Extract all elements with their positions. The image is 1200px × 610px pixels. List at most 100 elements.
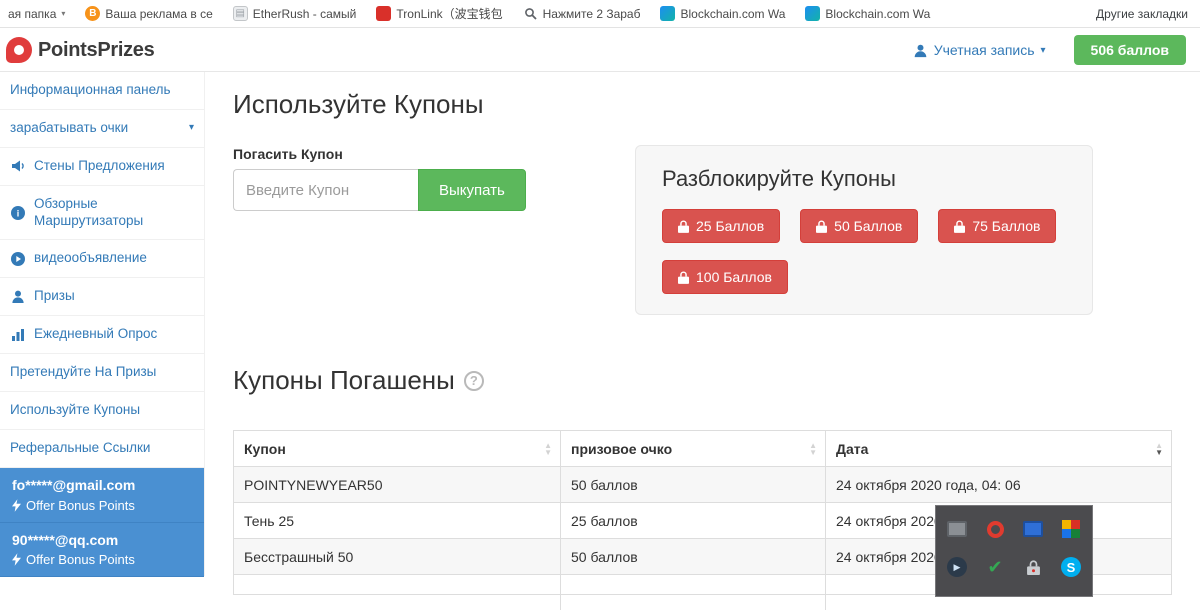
chevron-down-icon: ▾	[61, 9, 65, 18]
cell-points: 25 баллов	[561, 503, 826, 538]
cell-coupon: POINTYNEWYEAR50	[234, 467, 561, 502]
sidebar-item-prizes[interactable]: Призы	[0, 278, 204, 316]
megaphone-icon	[10, 158, 26, 174]
unlock-button-label: 100 Баллов	[696, 269, 772, 285]
bolt-icon	[12, 553, 21, 566]
redeem-label: Погасить Купон	[233, 146, 343, 162]
tv-icon[interactable]	[1022, 518, 1044, 540]
chevron-down-icon: ▾	[1041, 45, 1046, 56]
monitor-icon[interactable]	[946, 518, 968, 540]
unlock-title: Разблокируйте Купоны	[662, 166, 1066, 192]
sidebar: Информационная панель зарабатывать очки …	[0, 72, 205, 576]
lock-icon	[678, 271, 689, 284]
points-badge[interactable]: 506 баллов	[1074, 35, 1186, 65]
bookmark-label: Нажмите 2 Зараб	[543, 7, 641, 21]
other-bookmarks[interactable]: Другие закладки	[1096, 7, 1188, 21]
redeem-group: Выкупать	[233, 169, 526, 211]
site-header: PointsPrizes Учетная запись ▾ 506 баллов	[0, 29, 1200, 72]
coupon-input[interactable]	[233, 169, 418, 211]
sidebar-item-claim-prizes[interactable]: Претендуйте На Призы	[0, 354, 204, 392]
bookmark-item[interactable]: TronLink（波宝钱包	[376, 5, 502, 22]
sort-icon: ▲ ▼	[544, 441, 552, 455]
system-tray-popup: ▶ ✔ S	[935, 505, 1093, 597]
user-offer-label: Offer Bonus Points	[26, 498, 135, 513]
account-menu[interactable]: Учетная запись ▾	[913, 42, 1046, 58]
account-label: Учетная запись	[934, 42, 1035, 58]
lock-icon[interactable]	[1022, 556, 1044, 578]
sidebar-item-video-ads[interactable]: видеообъявление	[0, 240, 204, 278]
blockchain-icon	[660, 6, 675, 21]
logo-icon	[6, 37, 32, 63]
history-title-label: Купоны Погашены	[233, 365, 455, 396]
check-icon[interactable]: ✔	[984, 556, 1006, 578]
bookmarks-bar: ая папка ▾ B Ваша реклама в се ▤ EtherRu…	[0, 0, 1200, 28]
skype-icon[interactable]: S	[1060, 556, 1082, 578]
sidebar-item-label: Информационная панель	[10, 82, 194, 99]
bolt-icon	[12, 499, 21, 512]
sidebar-item-daily-poll[interactable]: Ежедневный Опрос	[0, 316, 204, 354]
bookmark-item[interactable]: B Ваша реклама в се	[85, 6, 212, 21]
sort-icon: ▲ ▼	[809, 441, 817, 455]
player-icon[interactable]: ▶	[946, 556, 968, 578]
opera-icon[interactable]	[984, 518, 1006, 540]
prizes-icon	[10, 289, 26, 305]
unlock-coupons-card: Разблокируйте Купоны 25 Баллов 50 Баллов…	[635, 145, 1093, 315]
cell-coupon: Тень 25	[234, 503, 561, 538]
redeem-button[interactable]: Выкупать	[418, 169, 526, 211]
pinwheel-icon[interactable]	[1060, 518, 1082, 540]
main-content: Используйте Купоны Погасить Купон Выкупа…	[205, 72, 1200, 576]
bookmark-label: EtherRush - самый	[253, 7, 357, 21]
routers-icon: i	[10, 205, 26, 221]
sidebar-item-use-coupons[interactable]: Используйте Купоны	[0, 392, 204, 430]
blockchain-icon	[805, 6, 820, 21]
column-header-points[interactable]: призовое очко ▲ ▼	[561, 431, 826, 466]
bookmark-item[interactable]: Blockchain.com Wa	[660, 6, 785, 21]
table-row: POINTYNEWYEAR50 50 баллов 24 октября 202…	[234, 467, 1171, 503]
history-title: Купоны Погашены ?	[233, 365, 484, 396]
page-title: Используйте Купоны	[233, 89, 484, 120]
bookmark-folder-label: ая папка	[8, 7, 56, 21]
cell-points: 50 баллов	[561, 539, 826, 574]
sort-icon-active: ▲ ▼	[1155, 441, 1163, 455]
unlock-50-button[interactable]: 50 Баллов	[800, 209, 918, 243]
unlock-button-label: 75 Баллов	[972, 218, 1040, 234]
unlock-25-button[interactable]: 25 Баллов	[662, 209, 780, 243]
other-bookmarks-label: Другие закладки	[1096, 7, 1188, 21]
user-offer-label: Offer Bonus Points	[26, 552, 135, 567]
bookmark-item[interactable]: ▤ EtherRush - самый	[233, 6, 357, 21]
sidebar-item-label: Обзорные Маршрутизаторы	[34, 196, 194, 230]
brand-logo[interactable]: PointsPrizes	[6, 37, 154, 63]
user-icon	[913, 43, 928, 58]
unlock-75-button[interactable]: 75 Баллов	[938, 209, 1056, 243]
unlock-button-label: 25 Баллов	[696, 218, 764, 234]
user-block-gmail[interactable]: fo*****@gmail.com Offer Bonus Points	[0, 468, 204, 523]
bookmark-folder[interactable]: ая папка ▾	[8, 7, 65, 21]
btc-icon: B	[85, 6, 100, 21]
unlock-100-button[interactable]: 100 Баллов	[662, 260, 788, 294]
column-header-date[interactable]: Дата ▲ ▼	[826, 431, 1171, 466]
bookmark-label: Ваша реклама в се	[105, 7, 212, 21]
sidebar-item-earn-points[interactable]: зарабатывать очки ▾	[0, 110, 204, 148]
sidebar-item-label: Стены Предложения	[34, 158, 194, 175]
lock-icon	[954, 220, 965, 233]
sidebar-item-survey-routers[interactable]: i Обзорные Маршрутизаторы	[0, 186, 204, 241]
tronlink-icon	[376, 6, 391, 21]
sidebar-item-label: Используйте Купоны	[10, 402, 194, 419]
cell-points: 50 баллов	[561, 467, 826, 502]
sidebar-item-label: Ежедневный Опрос	[34, 326, 194, 343]
sidebar-item-referral-links[interactable]: Реферальные Ссылки	[0, 430, 204, 468]
sidebar-item-dashboard[interactable]: Информационная панель	[0, 72, 204, 110]
user-block-qq[interactable]: 90*****@qq.com Offer Bonus Points	[0, 523, 204, 578]
bookmark-item[interactable]: Нажмите 2 Зараб	[523, 6, 641, 21]
cell-coupon: Бесстрашный 50	[234, 539, 561, 574]
sidebar-item-label: видеообъявление	[34, 250, 194, 267]
bookmark-item[interactable]: Blockchain.com Wa	[805, 6, 930, 21]
help-icon[interactable]: ?	[464, 371, 484, 391]
column-header-coupon[interactable]: Купон ▲ ▼	[234, 431, 561, 466]
lock-icon	[816, 220, 827, 233]
sidebar-item-label: зарабатывать очки	[10, 120, 181, 137]
chevron-down-icon: ▾	[189, 122, 194, 135]
brand-name: PointsPrizes	[38, 39, 154, 62]
table-header-row: Купон ▲ ▼ призовое очко ▲ ▼ Дата ▲ ▼	[234, 431, 1171, 467]
sidebar-item-offer-walls[interactable]: Стены Предложения	[0, 148, 204, 186]
